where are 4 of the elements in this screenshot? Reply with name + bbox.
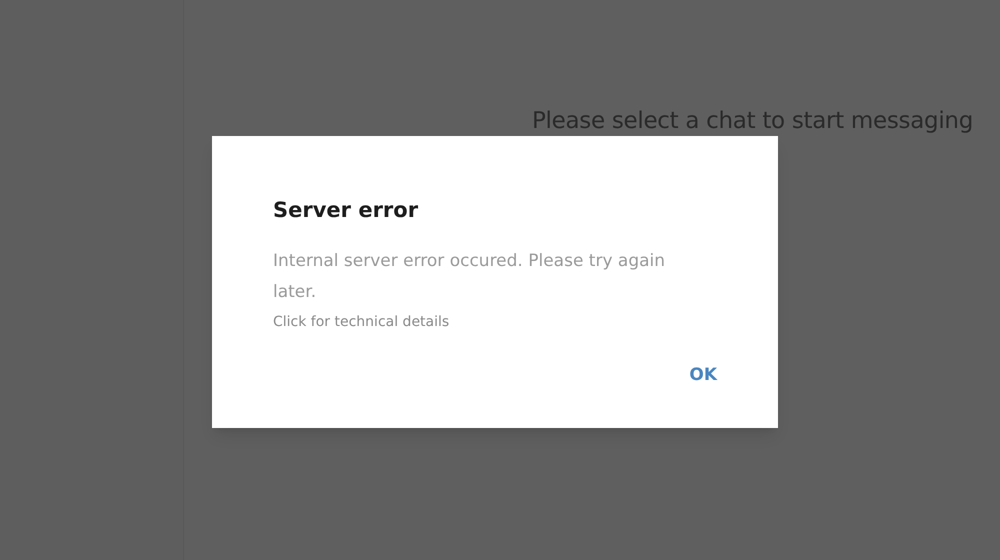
technical-details-link[interactable]: Click for technical details [273,312,450,333]
ok-button[interactable]: OK [681,359,725,392]
error-message: Internal server error occured. Please try again later. [273,250,666,304]
dialog-title: Server error [273,197,420,224]
